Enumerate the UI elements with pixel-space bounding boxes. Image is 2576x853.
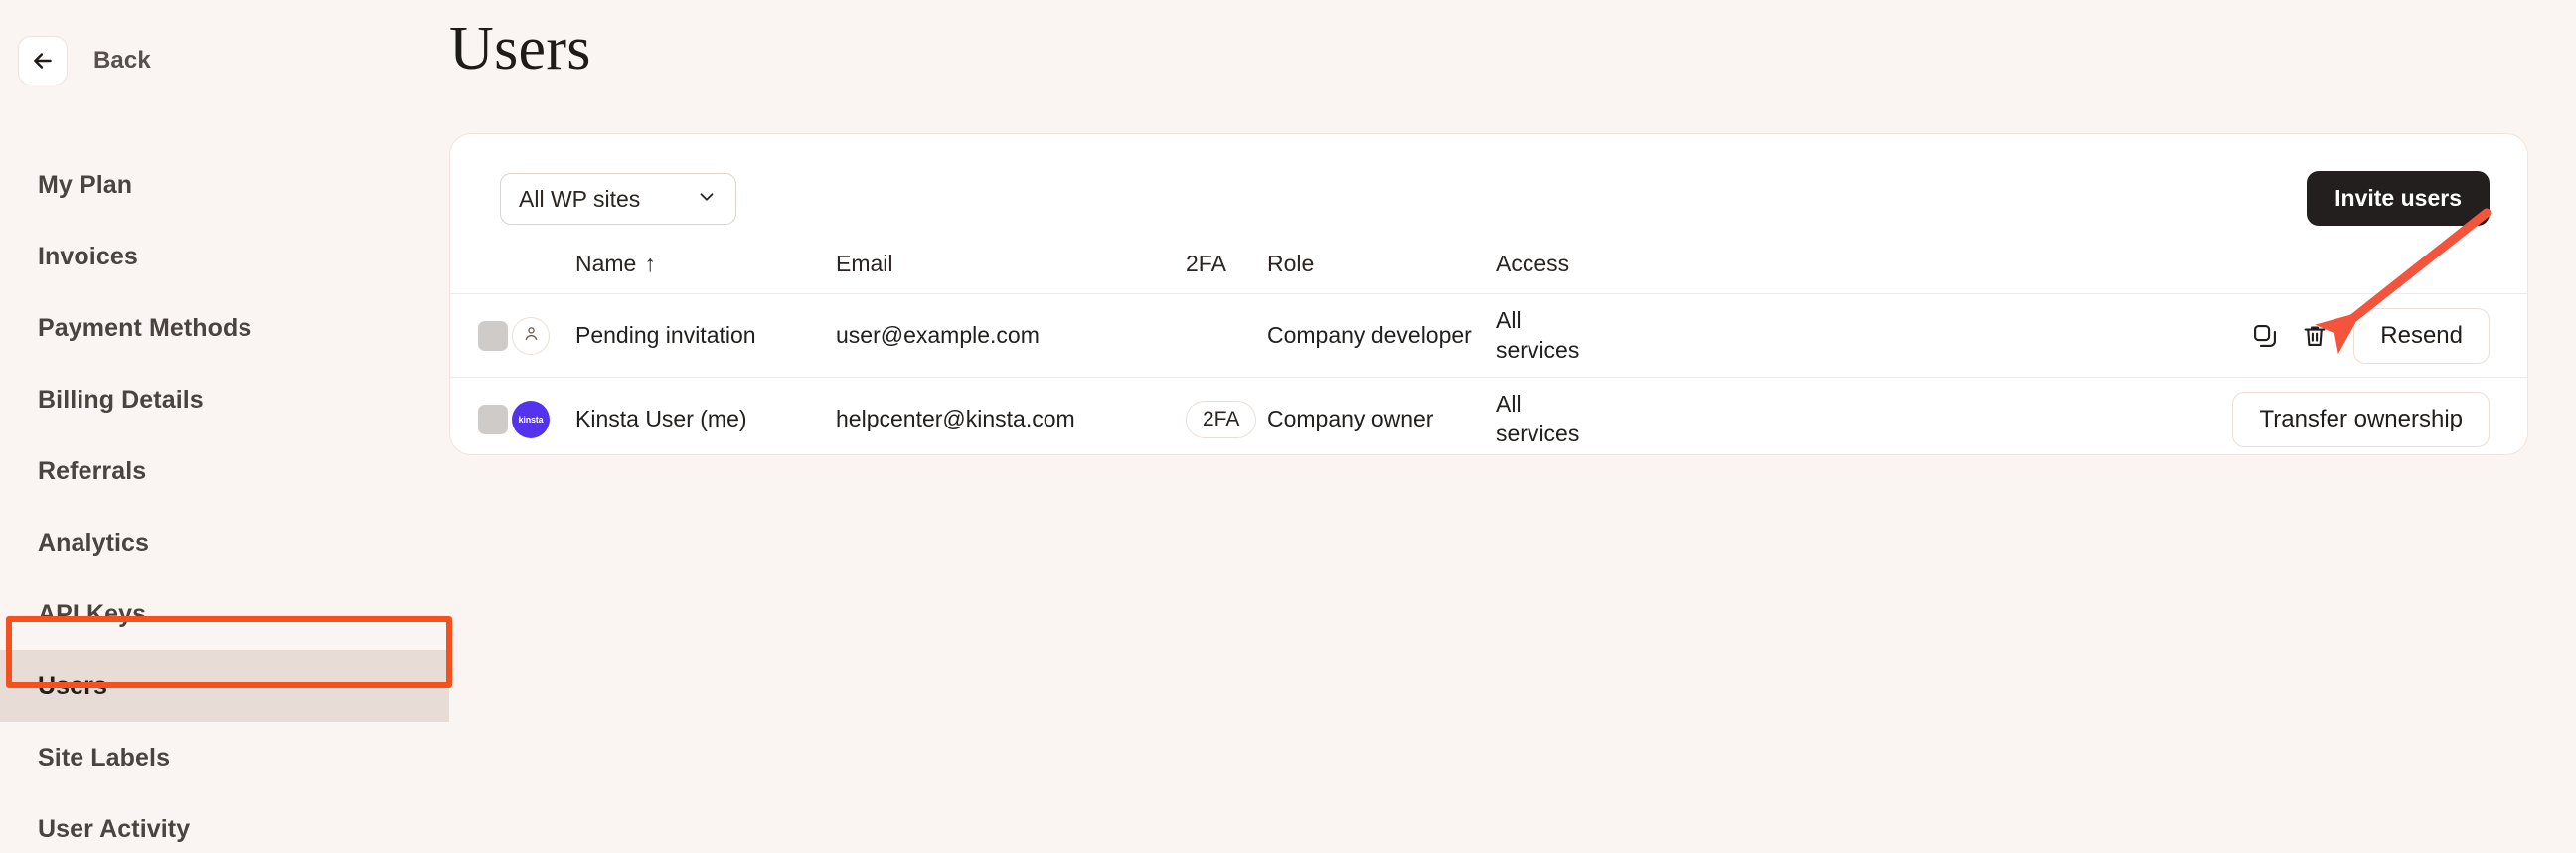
sidebar-item-invoices[interactable]: Invoices	[0, 221, 449, 292]
users-card: All WP sites Invite users Name ↑ Email 2…	[449, 133, 2528, 455]
status-badge: 2FA	[1186, 400, 1257, 438]
sidebar-item-site-labels[interactable]: Site Labels	[0, 722, 449, 793]
resend-button[interactable]: Resend	[2353, 307, 2490, 364]
column-header-2fa[interactable]: 2FA	[1186, 251, 1267, 277]
invite-users-button[interactable]: Invite users	[2307, 171, 2490, 226]
sidebar-item-label: Referrals	[38, 456, 147, 485]
sidebar-item-billing-details[interactable]: Billing Details	[0, 364, 449, 435]
sidebar-item-api-keys[interactable]: API Keys	[0, 579, 449, 650]
cell-access: All services	[1496, 307, 1580, 363]
cell-role: Company owner	[1267, 406, 1434, 431]
column-header-role[interactable]: Role	[1267, 251, 1496, 277]
column-header-name[interactable]: Name ↑	[575, 251, 836, 277]
sidebar-item-label: API Keys	[38, 599, 147, 628]
sidebar-item-payment-methods[interactable]: Payment Methods	[0, 292, 449, 364]
sort-ascending-icon: ↑	[644, 250, 656, 276]
wp-sites-filter-select[interactable]: All WP sites	[500, 173, 736, 225]
users-page: Back My Plan Invoices Payment Methods Bi…	[0, 0, 2576, 853]
cell-role: Company developer	[1267, 322, 1472, 348]
sidebar-item-label: Payment Methods	[38, 313, 252, 342]
chevron-down-icon	[696, 186, 718, 213]
cell-access: All services	[1496, 391, 1580, 446]
table-header-row: Name ↑ Email 2FA Role Access	[450, 234, 2527, 293]
sidebar-item-users[interactable]: Users	[0, 650, 449, 722]
trash-icon[interactable]	[2298, 319, 2332, 353]
wp-sites-filter-value: All WP sites	[519, 185, 641, 212]
page-title: Users	[449, 15, 591, 83]
sidebar-item-analytics[interactable]: Analytics	[0, 507, 449, 579]
person-icon	[522, 324, 541, 348]
cell-email: helpcenter@kinsta.com	[836, 406, 1075, 431]
sidebar-nav: My Plan Invoices Payment Methods Billing…	[0, 149, 449, 853]
kinsta-logo-icon: kinsta	[518, 414, 544, 425]
copy-icon[interactable]	[2248, 319, 2282, 353]
table-row: kinsta Kinsta User (me) helpcenter@kinst…	[450, 377, 2527, 460]
sidebar-item-label: Billing Details	[38, 385, 204, 414]
cell-2fa: 2FA	[1186, 400, 1267, 438]
row-actions: Resend	[1595, 307, 2527, 364]
cell-name: Pending invitation	[575, 322, 756, 348]
sidebar-item-referrals[interactable]: Referrals	[0, 435, 449, 507]
avatar: kinsta	[512, 400, 550, 438]
sidebar-item-my-plan[interactable]: My Plan	[0, 149, 449, 221]
transfer-ownership-button[interactable]: Transfer ownership	[2232, 391, 2490, 447]
back-navigation[interactable]: Back	[18, 36, 151, 85]
column-header-access[interactable]: Access	[1496, 251, 1595, 277]
cell-name: Kinsta User (me)	[575, 406, 747, 431]
users-table: Name ↑ Email 2FA Role Access Pending inv…	[450, 234, 2527, 460]
sidebar-item-user-activity[interactable]: User Activity	[0, 793, 449, 853]
sidebar-item-label: Analytics	[38, 528, 150, 557]
row-actions: Transfer ownership	[1595, 391, 2527, 447]
back-button[interactable]	[18, 36, 68, 85]
table-row: Pending invitation user@example.com Comp…	[450, 293, 2527, 377]
cell-email: user@example.com	[836, 322, 1040, 348]
avatar	[512, 316, 550, 355]
column-header-email[interactable]: Email	[836, 251, 1186, 277]
sidebar-item-label: Site Labels	[38, 743, 171, 771]
row-checkbox[interactable]	[478, 404, 508, 434]
sidebar-item-label: My Plan	[38, 170, 133, 199]
arrow-left-icon	[30, 48, 56, 74]
row-checkbox[interactable]	[478, 320, 508, 351]
sidebar-item-label: Users	[38, 671, 107, 700]
sidebar: Back My Plan Invoices Payment Methods Bi…	[0, 0, 452, 853]
back-label: Back	[93, 47, 151, 74]
sidebar-item-label: User Activity	[38, 814, 191, 843]
sidebar-item-label: Invoices	[38, 242, 138, 270]
